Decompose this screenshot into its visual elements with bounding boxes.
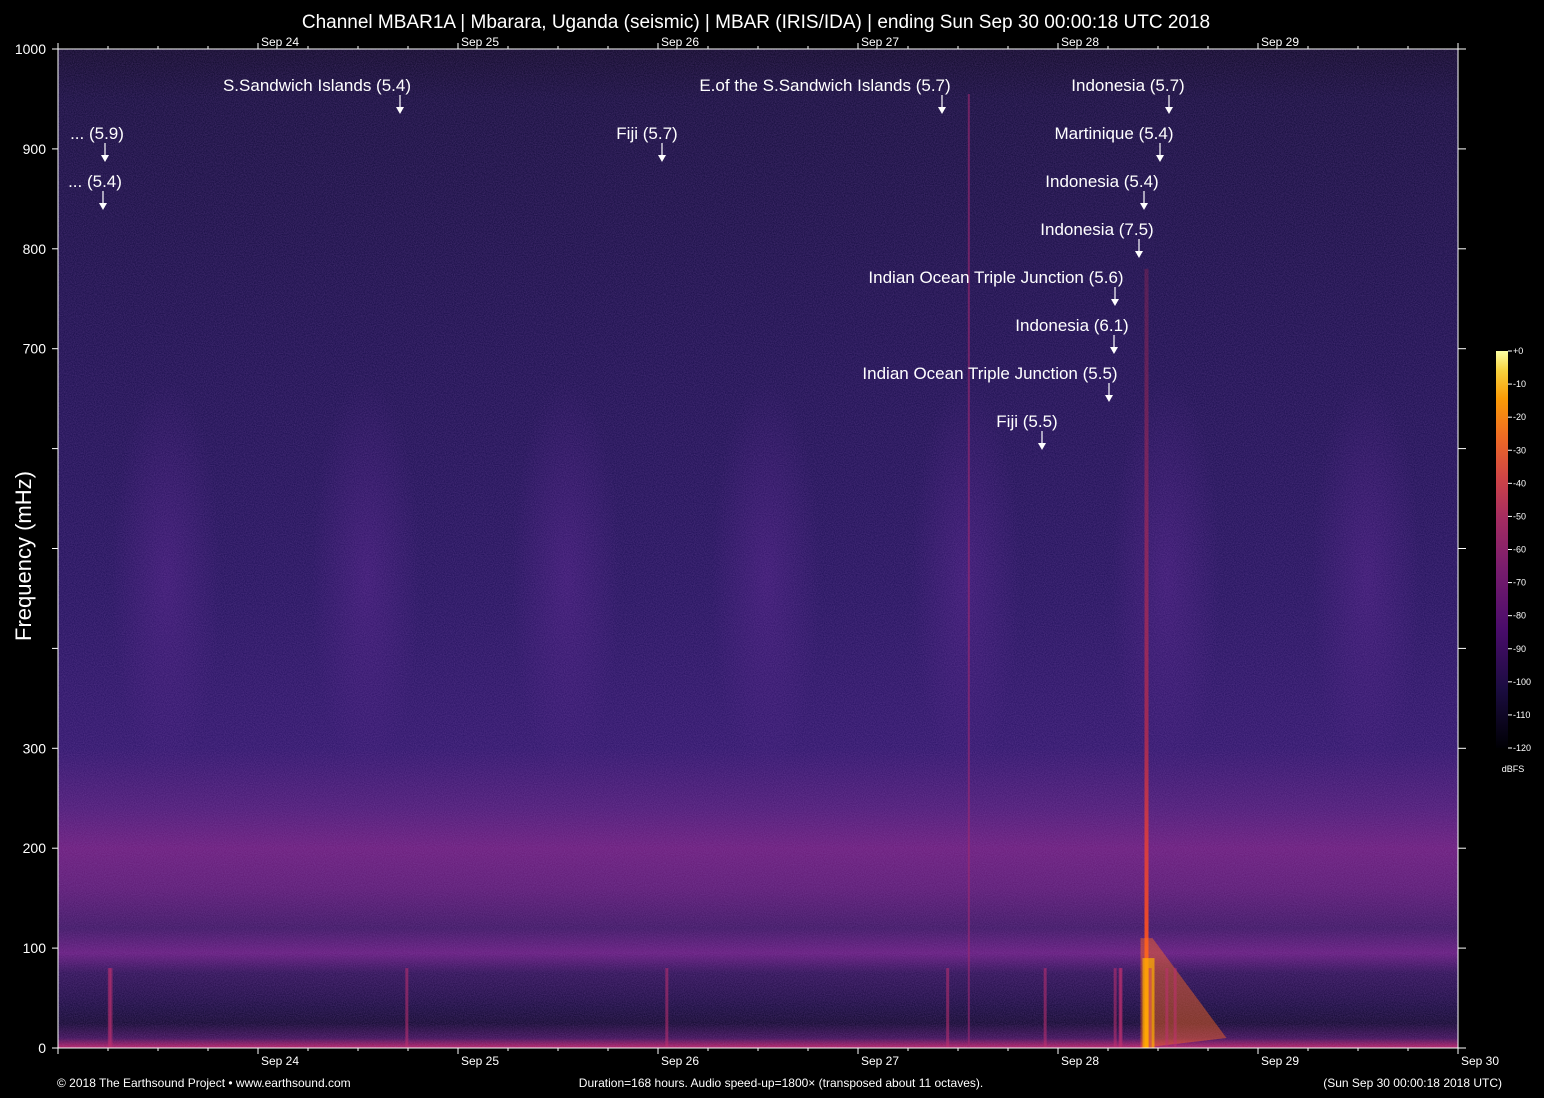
x-tick-label-top: Sep 24 — [261, 35, 299, 49]
quake-streak — [1113, 968, 1117, 1048]
quake-label: S.Sandwich Islands (5.4) — [223, 76, 411, 95]
x-tick-label-top: Sep 28 — [1061, 35, 1099, 49]
x-tick-label: Sep 24 — [261, 1054, 299, 1068]
spectrogram-plot-area — [58, 49, 1458, 1048]
y-tick-label: 1000 — [15, 41, 46, 57]
y-tick-label: 700 — [23, 341, 47, 357]
colorbar-tick-label: -110 — [1513, 710, 1530, 720]
quake-streak — [405, 968, 409, 1048]
x-tick-label: Sep 29 — [1261, 1054, 1299, 1068]
colorbar-tick-label: -50 — [1513, 511, 1526, 521]
quake-label: Indonesia (7.5) — [1040, 220, 1153, 239]
main-quake-streak — [1144, 268, 1149, 1048]
quake-label: Fiji (5.7) — [616, 124, 677, 143]
y-axis-label: Frequency (mHz) — [11, 471, 36, 641]
colorbar-tick-label: -60 — [1513, 545, 1526, 555]
colorbar-tick-label: -10 — [1513, 379, 1526, 389]
x-tick-label: Sep 30 — [1461, 1054, 1499, 1068]
quake-label: ... (5.9) — [70, 124, 124, 143]
x-tick-label-top: Sep 29 — [1261, 35, 1299, 49]
colorbar-tick-label: -120 — [1513, 743, 1531, 753]
footer-copyright: © 2018 The Earthsound Project • www.eart… — [57, 1076, 351, 1090]
quake-streak — [107, 968, 111, 1048]
quake-label: Indian Ocean Triple Junction (5.5) — [862, 364, 1117, 383]
x-tick-label: Sep 28 — [1061, 1054, 1099, 1068]
y-tick-label: 300 — [23, 740, 47, 756]
colorbar-tick-label: -20 — [1513, 412, 1526, 422]
spectrogram-chart: 0 100 200 300 700 800 900 1000 Sep 24 Sep 24 Sep … — [11, 12, 1531, 1090]
colorbar-tick-label: -90 — [1513, 644, 1526, 654]
footer-duration: Duration=168 hours. Audio speed-up=1800×… — [579, 1076, 983, 1090]
colorbar-tick-label: +0 — [1513, 346, 1523, 356]
quake-streak — [1173, 968, 1177, 1048]
y-tick-label: 800 — [23, 241, 47, 257]
x-tick-label: Sep 25 — [461, 1054, 499, 1068]
x-tick-label-top: Sep 25 — [461, 35, 499, 49]
y-tick-label: 200 — [23, 840, 47, 856]
spectrogram-noise — [58, 49, 1458, 1048]
quake-label: E.of the S.Sandwich Islands (5.7) — [699, 76, 950, 95]
chart-title: Channel MBAR1A | Mbarara, Uganda (seismi… — [302, 12, 1210, 33]
colorbar: +0 -10 -20 -30 -40 -50 -60 -70 -80 -90 -100 -110 -12… — [1496, 346, 1531, 774]
quake-streak — [1165, 968, 1169, 1048]
quake-label: Indonesia (5.7) — [1071, 76, 1184, 95]
quake-label: Indonesia (6.1) — [1015, 316, 1128, 335]
footer-timestamp: (Sun Sep 30 00:00:18 2018 UTC) — [1323, 1076, 1502, 1090]
colorbar-gradient — [1496, 351, 1508, 748]
y-tick-label: 900 — [23, 141, 47, 157]
colorbar-tick-label: -100 — [1513, 677, 1531, 687]
quake-streak — [1118, 968, 1122, 1048]
x-tick-label-top: Sep 26 — [661, 35, 699, 49]
quake-label: Martinique (5.4) — [1054, 124, 1173, 143]
x-tick-label-top: Sep 27 — [861, 35, 899, 49]
quake-label: Fiji (5.5) — [996, 412, 1057, 431]
colorbar-tick-label: -30 — [1513, 445, 1526, 455]
colorbar-tick-label: -80 — [1513, 611, 1526, 621]
quake-label: Indian Ocean Triple Junction (5.6) — [868, 268, 1123, 287]
x-tick-label: Sep 27 — [861, 1054, 899, 1068]
quake-streak — [1148, 968, 1152, 1048]
quake-streak — [665, 968, 669, 1048]
x-tick-label: Sep 26 — [661, 1054, 699, 1068]
quake-streak — [946, 968, 950, 1048]
colorbar-tick-label: -70 — [1513, 578, 1526, 588]
colorbar-unit-label: dBFS — [1502, 764, 1525, 774]
quake-label: Indonesia (5.4) — [1045, 172, 1158, 191]
y-tick-label: 100 — [23, 940, 47, 956]
quake-streak — [1043, 968, 1047, 1048]
quake-label: ... (5.4) — [68, 172, 122, 191]
y-tick-label: 0 — [38, 1040, 46, 1056]
colorbar-tick-label: -40 — [1513, 478, 1526, 488]
main-quake-core — [1142, 958, 1155, 1048]
